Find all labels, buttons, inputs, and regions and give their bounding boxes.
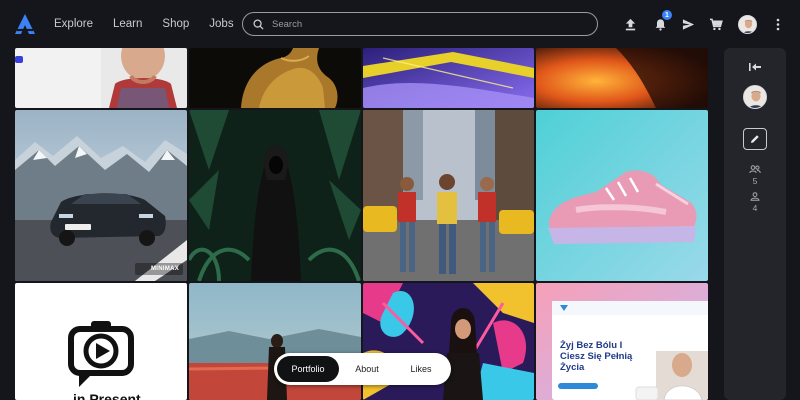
- grid-tile-purple-yellow-abstract[interactable]: [363, 48, 534, 108]
- tile-caption-label: in Present: [73, 391, 141, 400]
- avatar: [743, 85, 767, 109]
- search-box[interactable]: [242, 12, 598, 36]
- tile-watermark-label: MINIMAX: [151, 266, 180, 272]
- followers-stat[interactable]: 5: [724, 165, 786, 186]
- nav-shop[interactable]: Shop: [162, 18, 189, 30]
- grid-tile-pink-sneaker[interactable]: [536, 110, 708, 281]
- panel-avatar[interactable]: [724, 85, 786, 109]
- more-vertical-icon: [776, 18, 780, 30]
- grid-tile-portrait-man[interactable]: [15, 48, 187, 108]
- pencil-icon: [751, 135, 759, 143]
- followers-count: 5: [752, 176, 758, 186]
- cart-button[interactable]: [706, 14, 726, 34]
- send-icon: [682, 18, 694, 30]
- tab-about[interactable]: About: [339, 356, 395, 382]
- grid-tile-website-mockup[interactable]: Żyj Bez Bólu I Ciesz Się Pełnią Życia: [536, 283, 708, 400]
- following-icon: [750, 192, 760, 201]
- grid-tile-hooded-figure-jungle[interactable]: [189, 110, 361, 281]
- search-icon: [253, 18, 264, 30]
- grid-tile-street-fashion[interactable]: [363, 110, 534, 281]
- grid-tile-logo-camera[interactable]: in Present: [15, 283, 187, 400]
- top-bar: Explore Learn Shop Jobs 1: [0, 0, 800, 48]
- notification-badge: 1: [662, 10, 672, 20]
- avatar: [737, 14, 757, 34]
- more-menu-button[interactable]: [768, 14, 788, 34]
- grid-tile-orange-blur[interactable]: [536, 48, 708, 108]
- tab-portfolio[interactable]: Portfolio: [277, 356, 339, 382]
- profile-side-panel: 5 4: [724, 48, 786, 400]
- collapse-icon: [749, 63, 761, 71]
- edit-profile-button[interactable]: [743, 128, 767, 150]
- upload-button[interactable]: [620, 14, 640, 34]
- main-nav: Explore Learn Shop Jobs: [54, 0, 254, 48]
- followers-icon: [749, 165, 761, 174]
- edit-button-wrap: [724, 128, 786, 150]
- notifications-button[interactable]: 1: [650, 10, 672, 34]
- grid-tile-car-mountains[interactable]: MINIMAX: [15, 110, 187, 281]
- tab-likes[interactable]: Likes: [395, 356, 447, 382]
- nav-learn[interactable]: Learn: [113, 18, 142, 30]
- upload-icon: [625, 18, 635, 30]
- following-count: 4: [752, 203, 758, 213]
- search-input[interactable]: [272, 18, 572, 30]
- profile-tabs: Portfolio About Likes: [274, 353, 451, 385]
- nav-jobs[interactable]: Jobs: [209, 18, 233, 30]
- project-grid: MINIMAX in Present Żyj Bez Bólu I Ciesz …: [15, 48, 708, 400]
- grid-tile-golden-figure[interactable]: [189, 48, 361, 108]
- following-stat[interactable]: 4: [724, 192, 786, 213]
- cart-icon: [709, 18, 723, 30]
- triangle-logo-icon[interactable]: [14, 13, 36, 35]
- mockup-headline: Żyj Bez Bólu I Ciesz Się Pełnią Życia: [560, 340, 633, 373]
- messages-button[interactable]: [678, 14, 698, 34]
- nav-explore[interactable]: Explore: [54, 18, 93, 30]
- collapse-panel-button[interactable]: [724, 62, 786, 72]
- profile-avatar-button[interactable]: [737, 14, 757, 34]
